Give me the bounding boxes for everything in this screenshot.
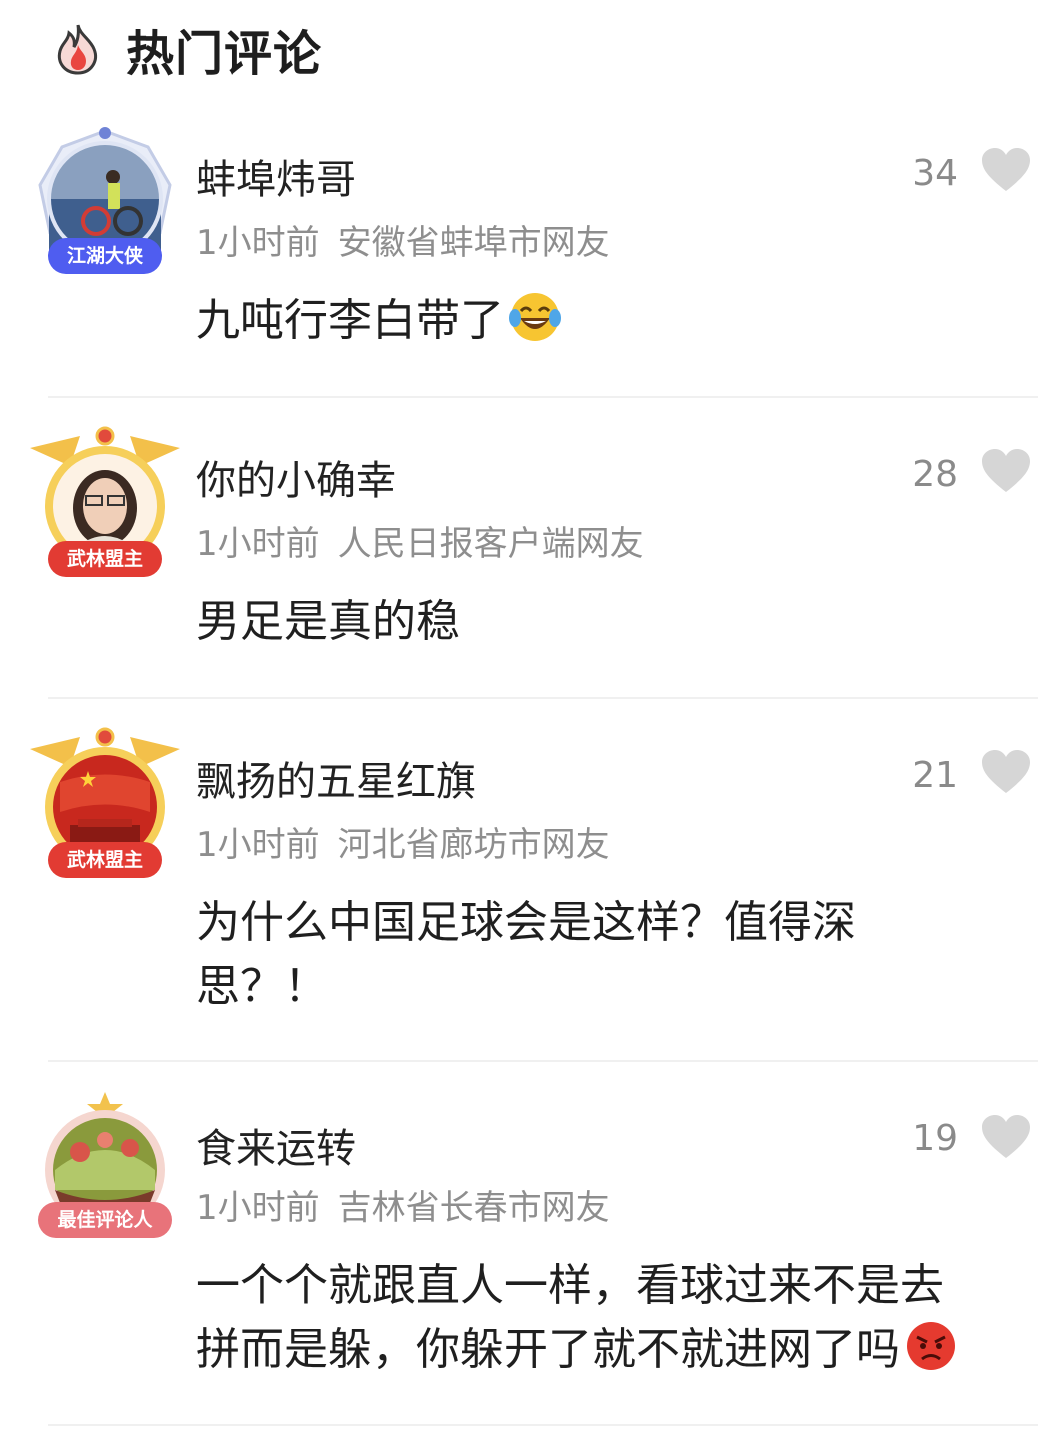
divider: [48, 1060, 1038, 1062]
heart-icon[interactable]: [980, 448, 1032, 494]
badge-best-commenter: 最佳评论人: [38, 1202, 172, 1238]
comment-location: 安徽省蚌埠市网友: [337, 223, 610, 263]
comment-time: 1小时前: [196, 223, 320, 263]
divider: [48, 396, 1038, 398]
avatar[interactable]: 武林盟主: [30, 727, 180, 887]
comment-time: 1小时前: [196, 524, 320, 564]
comment-text: 九吨行李白带了: [196, 289, 1026, 353]
tears-of-joy-emoji: [509, 293, 561, 341]
badge-jianghu-daxia: 江湖大侠: [48, 238, 162, 274]
comment-location: 河北省廊坊市网友: [337, 825, 610, 865]
comment-username[interactable]: 飘扬的五星红旗: [196, 749, 476, 807]
comment-meta: 1小时前 吉林省长春市网友: [196, 1180, 610, 1229]
comment-text: 为什么中国足球会是这样？值得深 思？！: [196, 891, 1026, 1019]
avatar[interactable]: 江湖大侠: [30, 125, 180, 285]
comment-text-line: 思？！: [196, 961, 328, 1012]
divider: [48, 697, 1038, 699]
comment-meta: 1小时前 安徽省蚌埠市网友: [196, 215, 610, 264]
hot-comments-page: 热门评论 江湖大侠 蚌埠炜哥 1小时前 安徽省蚌埠市网友 34 九吨行李白带了 …: [0, 0, 1050, 1446]
like-count: 21: [912, 755, 958, 796]
heart-icon[interactable]: [980, 147, 1032, 193]
comment-text: 男足是真的稳: [196, 590, 1026, 654]
heart-icon[interactable]: [980, 749, 1032, 795]
comment-text: 一个个就跟直人一样，看球过来不是去 拼而是躲，你躲开了就不就进网了吗: [196, 1254, 1026, 1382]
comment-username[interactable]: 食来运转: [196, 1116, 356, 1174]
like-count: 28: [912, 454, 958, 495]
divider: [48, 1424, 1038, 1426]
fire-icon: [57, 24, 97, 75]
comment-text-line: 拼而是躲，你躲开了就不就进网了吗: [196, 1324, 900, 1375]
comment-time: 1小时前: [196, 825, 320, 865]
comment-text-line: 一个个就跟直人一样，看球过来不是去: [196, 1260, 944, 1311]
like-count: 19: [912, 1118, 958, 1159]
comment-location: 吉林省长春市网友: [337, 1188, 610, 1228]
comment-meta: 1小时前 人民日报客户端网友: [196, 516, 644, 565]
angry-face-emoji: [907, 1322, 955, 1370]
comment-location: 人民日报客户端网友: [337, 524, 644, 564]
like-count: 34: [912, 153, 958, 194]
page-title: 热门评论: [126, 26, 323, 82]
comment-time: 1小时前: [196, 1188, 320, 1228]
badge-wulin-mengzhu: 武林盟主: [48, 842, 162, 878]
comment-text-line: 男足是真的稳: [196, 596, 460, 647]
comment-meta: 1小时前 河北省廊坊市网友: [196, 817, 610, 866]
comment-username[interactable]: 你的小确幸: [196, 448, 396, 506]
comment-text-line: 九吨行李白带了: [196, 295, 504, 346]
comment-username[interactable]: 蚌埠炜哥: [196, 147, 356, 205]
comment-text-line: 为什么中国足球会是这样？值得深: [196, 897, 856, 948]
badge-wulin-mengzhu: 武林盟主: [48, 541, 162, 577]
avatar[interactable]: 武林盟主: [30, 426, 180, 586]
avatar[interactable]: 最佳评论人: [30, 1090, 180, 1250]
heart-icon[interactable]: [980, 1114, 1032, 1160]
section-header: 热门评论: [50, 18, 322, 82]
